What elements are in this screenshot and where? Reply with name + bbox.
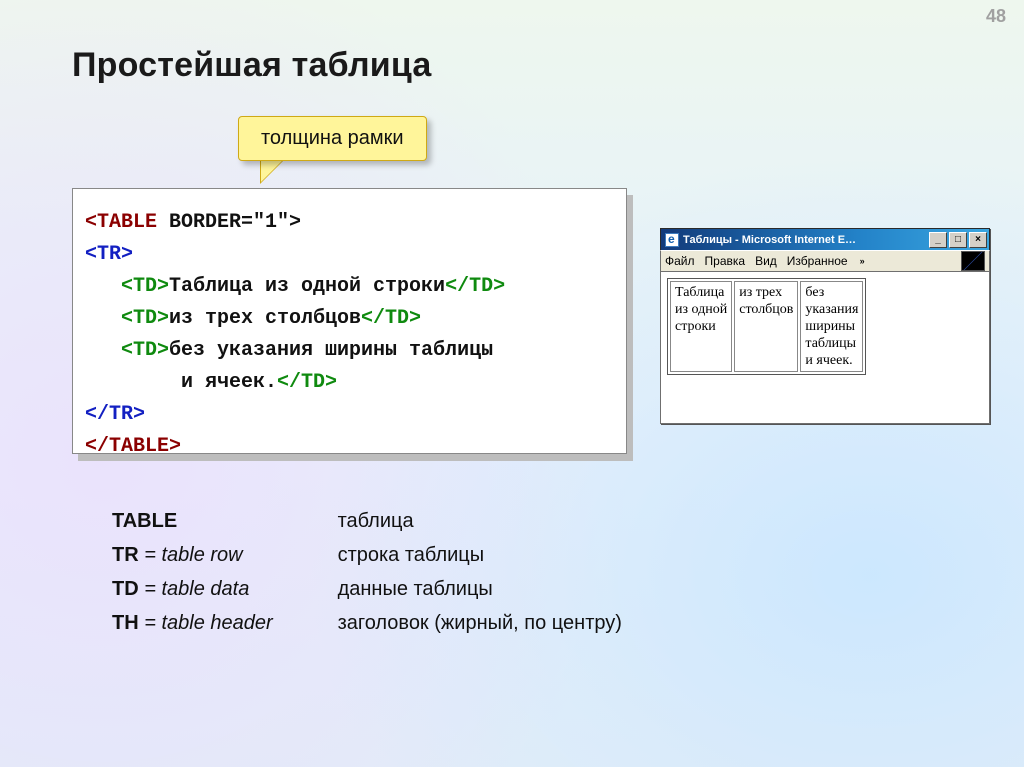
code-token: Таблица из одной строки [169, 275, 445, 298]
glossary: TABLE таблица TR = table row строка табл… [112, 504, 622, 640]
close-button[interactable]: × [969, 232, 987, 248]
maximize-button[interactable]: □ [949, 232, 967, 248]
page-number: 48 [986, 6, 1006, 27]
glossary-row: TH = table header заголовок (жирный, по … [112, 606, 622, 640]
page-title: Простейшая таблица [72, 46, 431, 85]
code-token: </TD> [361, 307, 421, 330]
menu-file[interactable]: Файл [665, 254, 695, 268]
code-token: BORDER="1"> [157, 211, 301, 234]
table-cell: безуказанияширинытаблицыи ячеек. [800, 281, 863, 372]
glossary-key: TABLE [112, 504, 332, 538]
slide: 48 Простейшая таблица толщина рамки <TAB… [0, 0, 1024, 767]
callout-tail [261, 158, 285, 182]
code-token: <TR> [85, 243, 133, 266]
menu-fav[interactable]: Избранное [787, 254, 848, 268]
code-token: </TABLE> [85, 435, 181, 458]
table-cell: Таблицаиз однойстроки [670, 281, 732, 372]
ie-window-title: Таблицы - Microsoft Internet E… [683, 234, 927, 246]
ie-titlebar[interactable]: Таблицы - Microsoft Internet E… _ □ × [660, 228, 990, 250]
glossary-key: TR = table row [112, 538, 332, 572]
callout-label: толщина рамки [238, 116, 427, 161]
glossary-val: данные таблицы [338, 578, 493, 600]
code-token: <TD> [85, 339, 169, 362]
code-token: без указания ширины таблицы [169, 339, 493, 362]
glossary-key: TD = table data [112, 572, 332, 606]
table-row: Таблицаиз однойстроки из трехстолбцов бе… [670, 281, 863, 372]
glossary-row: TR = table row строка таблицы [112, 538, 622, 572]
ie-throbber-icon [961, 251, 985, 271]
glossary-val: заголовок (жирный, по центру) [338, 612, 622, 634]
glossary-row: TABLE таблица [112, 504, 622, 538]
menu-view[interactable]: Вид [755, 254, 777, 268]
ie-window: Таблицы - Microsoft Internet E… _ □ × Фа… [660, 228, 990, 424]
code-token: </TR> [85, 403, 145, 426]
glossary-row: TD = table data данные таблицы [112, 572, 622, 606]
code-token: </TD> [445, 275, 505, 298]
code-token: <TABLE [85, 211, 157, 234]
code-token: </TD> [277, 371, 337, 394]
ie-menubar: Файл Правка Вид Избранное » [660, 250, 990, 272]
table-cell: из трехстолбцов [734, 281, 798, 372]
code-box: <TABLE BORDER="1"> <TR> <TD>Таблица из о… [72, 188, 627, 454]
code-token: <TD> [85, 307, 169, 330]
code-token: из трех столбцов [169, 307, 361, 330]
menu-edit[interactable]: Правка [705, 254, 746, 268]
glossary-val: таблица [338, 510, 414, 532]
code-token: и ячеек. [85, 371, 277, 394]
glossary-val: строка таблицы [338, 544, 485, 566]
menu-overflow-icon[interactable]: » [860, 256, 865, 266]
glossary-key: TH = table header [112, 606, 332, 640]
rendered-table: Таблицаиз однойстроки из трехстолбцов бе… [667, 278, 866, 375]
code-token: <TD> [85, 275, 169, 298]
ie-client-area: Таблицаиз однойстроки из трехстолбцов бе… [660, 272, 990, 424]
ie-logo-icon [665, 233, 679, 247]
minimize-button[interactable]: _ [929, 232, 947, 248]
